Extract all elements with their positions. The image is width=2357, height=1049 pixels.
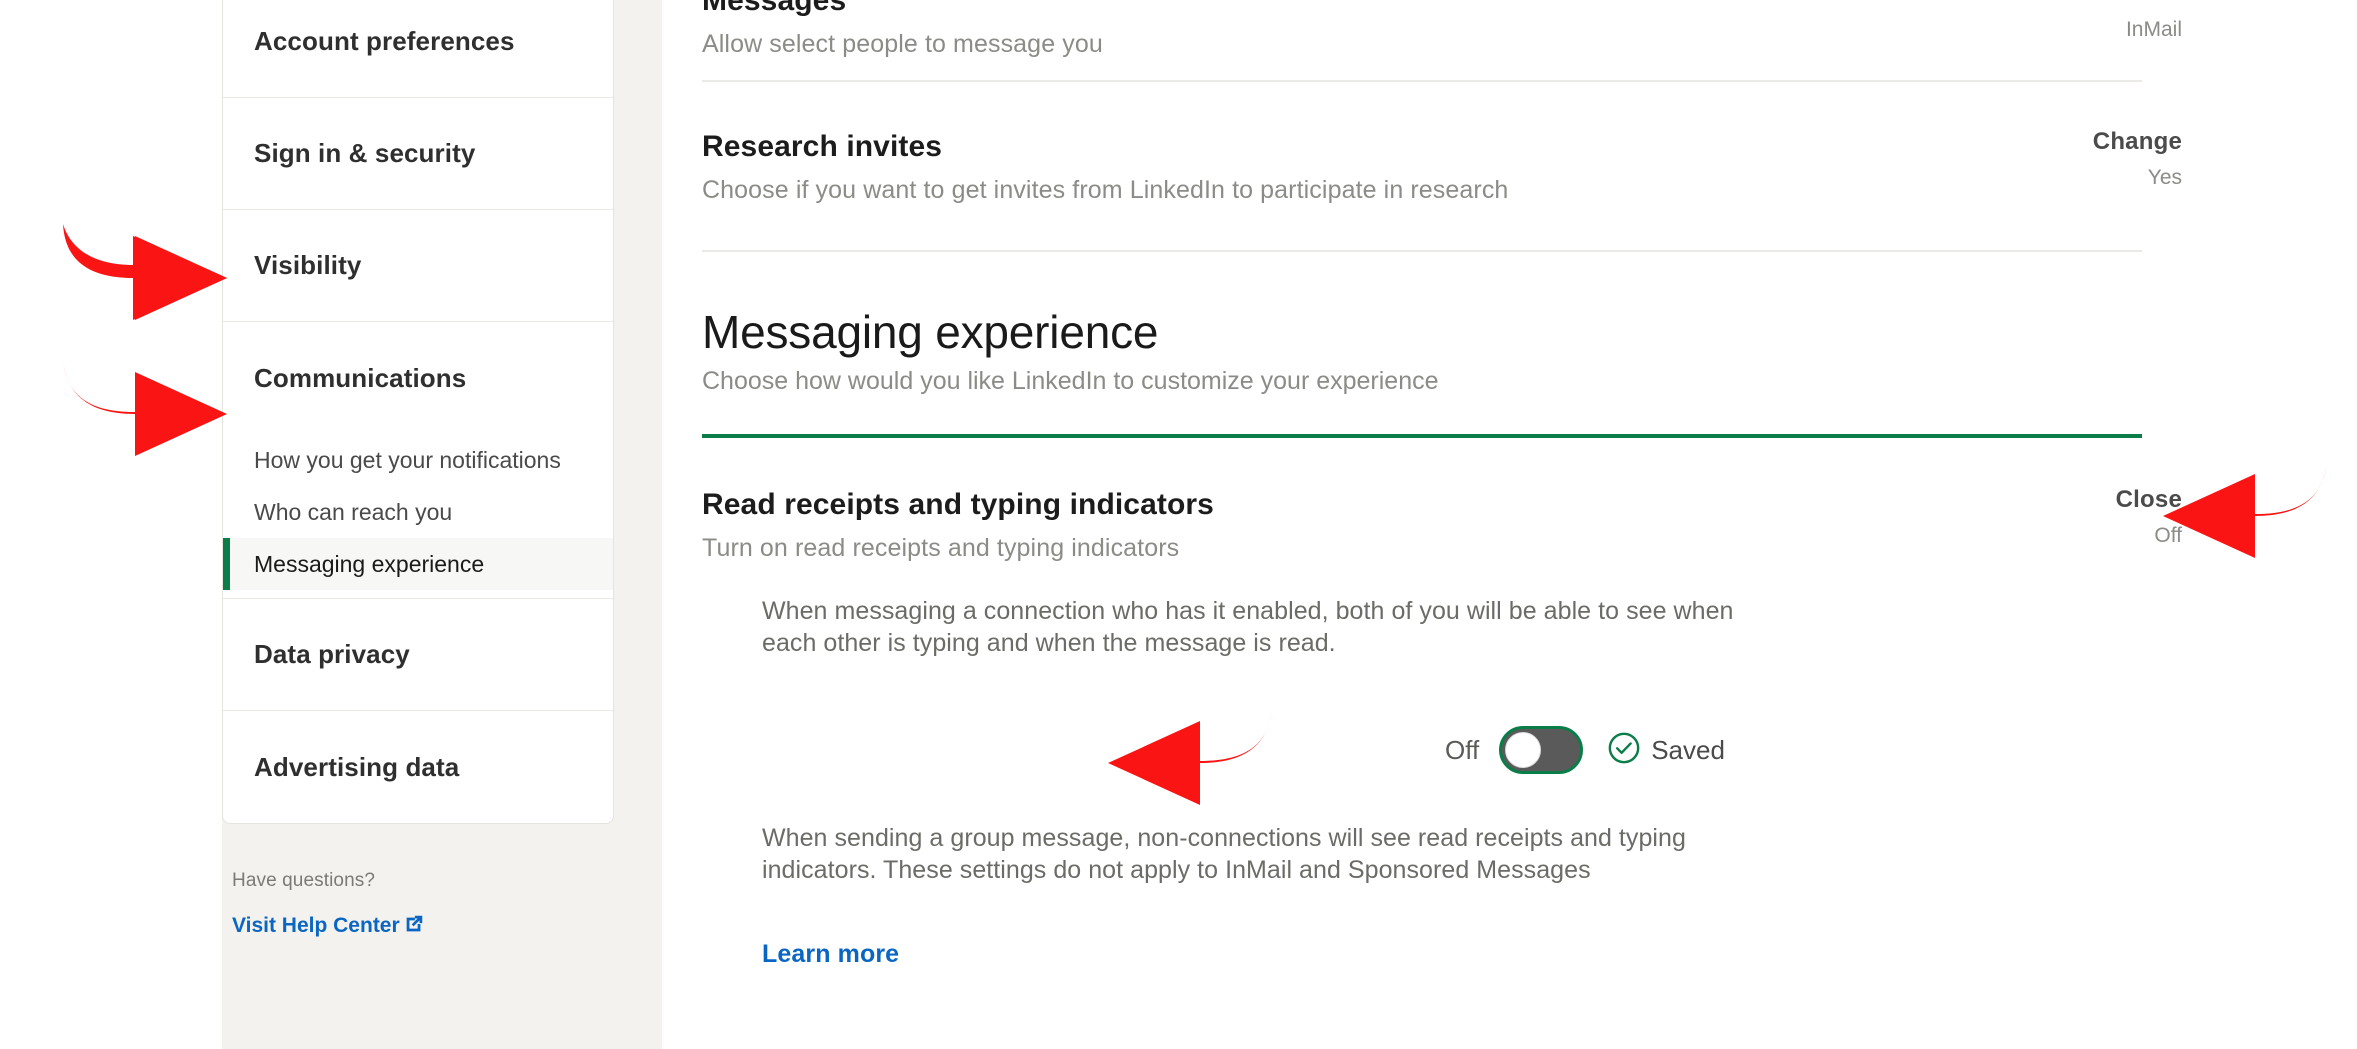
divider-1 bbox=[702, 80, 2142, 82]
sidebar-item-account-preferences[interactable]: Account preferences bbox=[223, 0, 613, 98]
section-green-rule bbox=[702, 434, 2142, 438]
check-circle-icon bbox=[1607, 731, 1641, 770]
page-subtitle: Choose how would you like LinkedIn to cu… bbox=[702, 367, 1439, 395]
screenshot-root: Account preferences Sign in & security V… bbox=[0, 0, 2357, 1049]
help-block: Have questions? Visit Help Center bbox=[222, 870, 614, 938]
sidebar-group-communications: Communications How you get your notifica… bbox=[223, 322, 613, 599]
setting-row-research-invites[interactable]: Research invites Choose if you want to g… bbox=[702, 128, 2182, 205]
read-receipts-toggle-row: Off Saved bbox=[1445, 726, 1725, 774]
saved-indicator: Saved bbox=[1607, 731, 1725, 770]
sidebar-item-label: Communications bbox=[254, 362, 467, 393]
arrow-communications-icon bbox=[63, 224, 227, 320]
arrow-messaging-experience-icon bbox=[63, 360, 227, 456]
read-receipts-title: Read receipts and typing indicators bbox=[702, 488, 1214, 521]
left-gutter bbox=[0, 0, 222, 1049]
read-receipts-toggle[interactable] bbox=[1499, 726, 1584, 774]
visit-help-center-link[interactable]: Visit Help Center bbox=[232, 914, 425, 938]
sidebar-item-label: Visibility bbox=[254, 250, 362, 280]
sidebar-item-communications[interactable]: Communications bbox=[223, 322, 613, 434]
messages-subtitle: Allow select people to message you bbox=[702, 30, 1103, 58]
research-invites-change-button[interactable]: Change bbox=[2093, 128, 2182, 156]
sidebar-subitem-who-can-reach-you[interactable]: Who can reach you bbox=[223, 486, 613, 538]
sidebar-item-visibility[interactable]: Visibility bbox=[223, 210, 613, 322]
messages-right: InMail bbox=[2126, 8, 2182, 42]
toggle-knob bbox=[1505, 732, 1542, 768]
messages-title: Messages bbox=[702, 0, 847, 17]
sidebar-item-label: Account preferences bbox=[254, 26, 515, 56]
research-invites-value: Yes bbox=[2147, 166, 2182, 189]
sidebar-item-label: Sign in & security bbox=[254, 138, 476, 168]
setting-row-messages[interactable]: Messages Allow select people to message … bbox=[702, 0, 2182, 59]
divider-2 bbox=[702, 250, 2142, 252]
page-title: Messaging experience bbox=[702, 306, 1159, 358]
external-link-icon bbox=[403, 913, 425, 935]
read-receipts-description-bottom: When sending a group message, non-connec… bbox=[762, 824, 1686, 884]
read-receipts-description-top: When messaging a connection who has it e… bbox=[762, 597, 1734, 657]
learn-more-link[interactable]: Learn more bbox=[762, 940, 899, 969]
sidebar-subitem-messaging-experience[interactable]: Messaging experience bbox=[223, 538, 613, 590]
visit-help-center-label: Visit Help Center bbox=[232, 914, 400, 937]
research-invites-title: Research invites bbox=[702, 130, 943, 163]
section-messaging-experience: Messaging experience Choose how would yo… bbox=[702, 305, 2182, 396]
saved-label: Saved bbox=[1651, 734, 1725, 765]
toggle-state-label: Off bbox=[1445, 734, 1480, 765]
arrow-close-icon bbox=[2163, 462, 2327, 558]
read-receipts-subtitle: Turn on read receipts and typing indicat… bbox=[702, 534, 1180, 562]
sidebar-item-label: Data privacy bbox=[254, 639, 410, 669]
sidebar-item-advertising-data[interactable]: Advertising data bbox=[223, 711, 613, 823]
sidebar-subitem-label: How you get your notifications bbox=[254, 446, 561, 473]
sidebar-subnav: How you get your notifications Who can r… bbox=[223, 434, 613, 598]
research-invites-right: Change Yes bbox=[2093, 128, 2182, 190]
research-invites-subtitle: Choose if you want to get invites from L… bbox=[702, 176, 1509, 204]
settings-sidebar: Account preferences Sign in & security V… bbox=[222, 0, 614, 824]
sidebar-item-sign-in-security[interactable]: Sign in & security bbox=[223, 98, 613, 210]
sidebar-subitem-label: Messaging experience bbox=[254, 550, 485, 577]
setting-row-read-receipts[interactable]: Read receipts and typing indicators Turn… bbox=[702, 486, 2182, 563]
help-question: Have questions? bbox=[232, 870, 376, 891]
sidebar-item-data-privacy[interactable]: Data privacy bbox=[223, 599, 613, 711]
arrow-saved-icon bbox=[1108, 709, 1272, 805]
sidebar-item-label: Advertising data bbox=[254, 751, 460, 782]
sidebar-subitem-how-you-get-your-notifications[interactable]: How you get your notifications bbox=[223, 434, 613, 486]
main-content: Messages Allow select people to message … bbox=[662, 0, 2357, 1049]
sidebar-subitem-label: Who can reach you bbox=[254, 498, 453, 525]
messages-value: InMail bbox=[2125, 18, 2182, 41]
